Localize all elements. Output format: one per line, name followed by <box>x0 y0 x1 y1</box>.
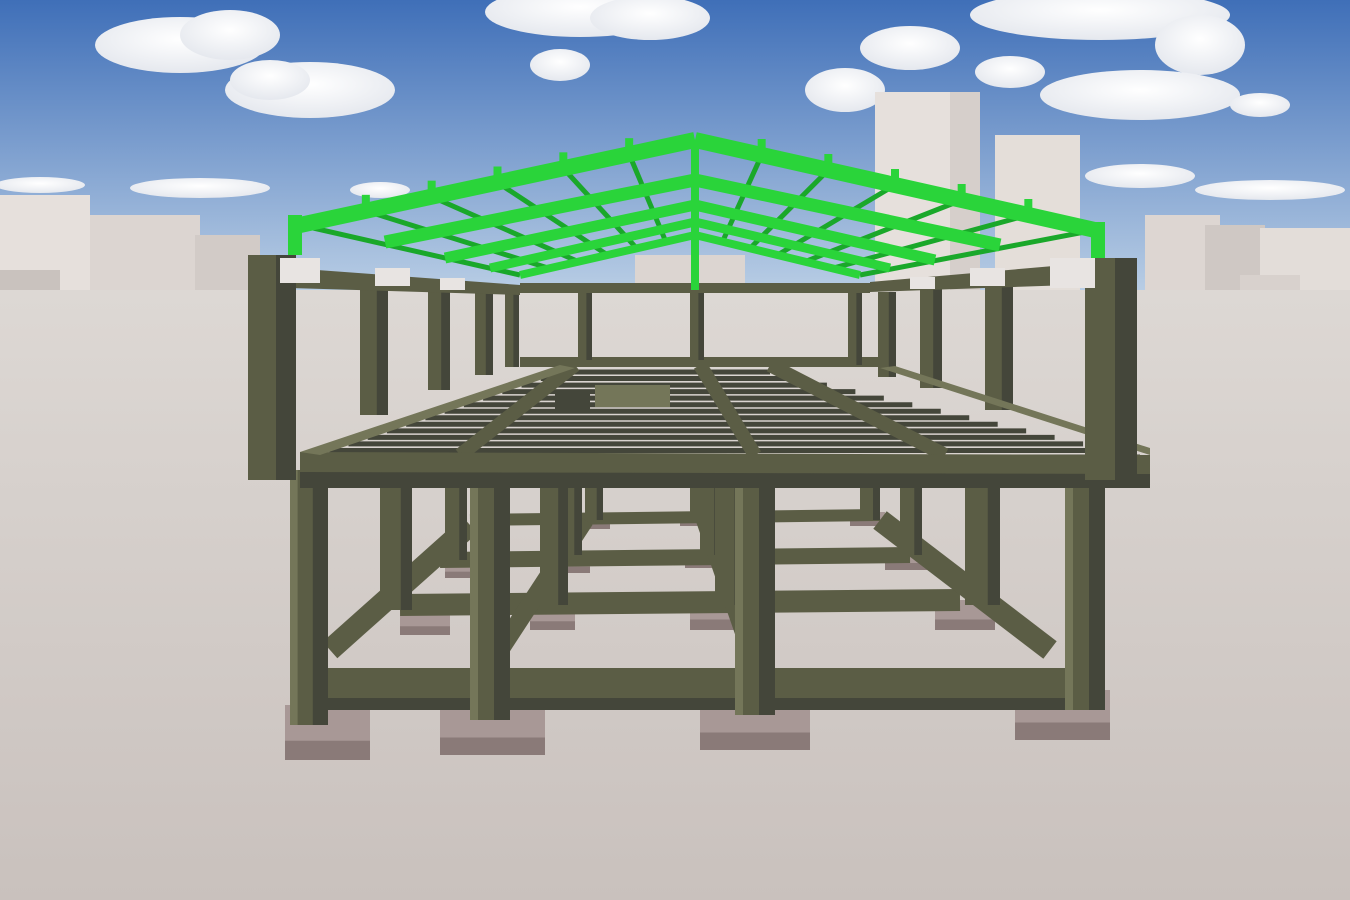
column-front-shade-1 <box>494 470 510 720</box>
column-upper-shade-7 <box>888 292 896 377</box>
floor-edge-beam-front-shade <box>300 472 1150 488</box>
column-upper-shade-2 <box>485 290 493 375</box>
column-corner-left-shade <box>276 255 296 480</box>
floor-opening <box>555 392 590 410</box>
column-upper-shade-6 <box>856 290 862 365</box>
footing-side-0 <box>285 740 370 760</box>
column-inner-shade-8 <box>400 470 412 610</box>
cleat-right-2 <box>957 184 966 194</box>
column-front-shade-2 <box>759 470 775 715</box>
cleat-right-1 <box>1024 199 1033 209</box>
construction-render <box>0 0 1350 900</box>
bearing-pad-2 <box>440 278 465 290</box>
footing-side-1 <box>440 737 545 755</box>
column-upper-shade-3 <box>513 292 519 367</box>
column-front-light-1 <box>470 470 478 720</box>
cleat-left-4 <box>559 152 568 163</box>
tie-beam-back <box>469 509 881 526</box>
bearing-pad-3 <box>1050 258 1095 288</box>
column-upper-shade-5 <box>698 290 704 360</box>
column-inner-shade-11 <box>987 470 1000 605</box>
bearing-pad-4 <box>970 268 1005 286</box>
column-inner-shade-5 <box>574 480 582 555</box>
column-inner-shade-7 <box>914 480 922 555</box>
column-front-shade-0 <box>312 470 328 725</box>
cleat-left-3 <box>493 166 502 177</box>
column-front-light-0 <box>290 470 298 725</box>
tie-beam-mid-back <box>439 547 911 568</box>
footing-side-4 <box>400 626 450 635</box>
cleat-right-4 <box>824 154 833 164</box>
column-upper-shade-8 <box>933 288 942 388</box>
column-inner-shade-9 <box>558 470 568 605</box>
footing-side-7 <box>935 619 995 630</box>
cleat-left-5 <box>625 138 634 149</box>
cleat-left-1 <box>361 194 370 205</box>
footing-side-5 <box>530 621 575 630</box>
footing-side-2 <box>700 732 810 750</box>
cleat-left-2 <box>427 180 436 191</box>
cleat-right-5 <box>757 139 766 149</box>
column-corner-right-shade <box>1115 258 1137 480</box>
front-ground-beam-shade <box>295 698 1100 710</box>
floor-opening-2 <box>595 385 670 407</box>
column-upper-shade-0 <box>376 285 388 415</box>
column-upper-shade-9 <box>1001 285 1013 410</box>
column-upper-shade-1 <box>441 285 450 390</box>
bearing-pad-5 <box>910 277 935 289</box>
bearing-pad-1 <box>375 268 410 286</box>
column-upper-shade-4 <box>586 290 592 360</box>
column-front-light-3 <box>1065 470 1073 710</box>
cleat-right-3 <box>891 169 899 179</box>
column-front-light-2 <box>735 470 743 715</box>
column-front-shade-3 <box>1089 470 1105 710</box>
footing-side-3 <box>1015 722 1110 740</box>
column-inner-shade-4 <box>459 480 467 560</box>
bearing-pad-0 <box>280 258 320 283</box>
